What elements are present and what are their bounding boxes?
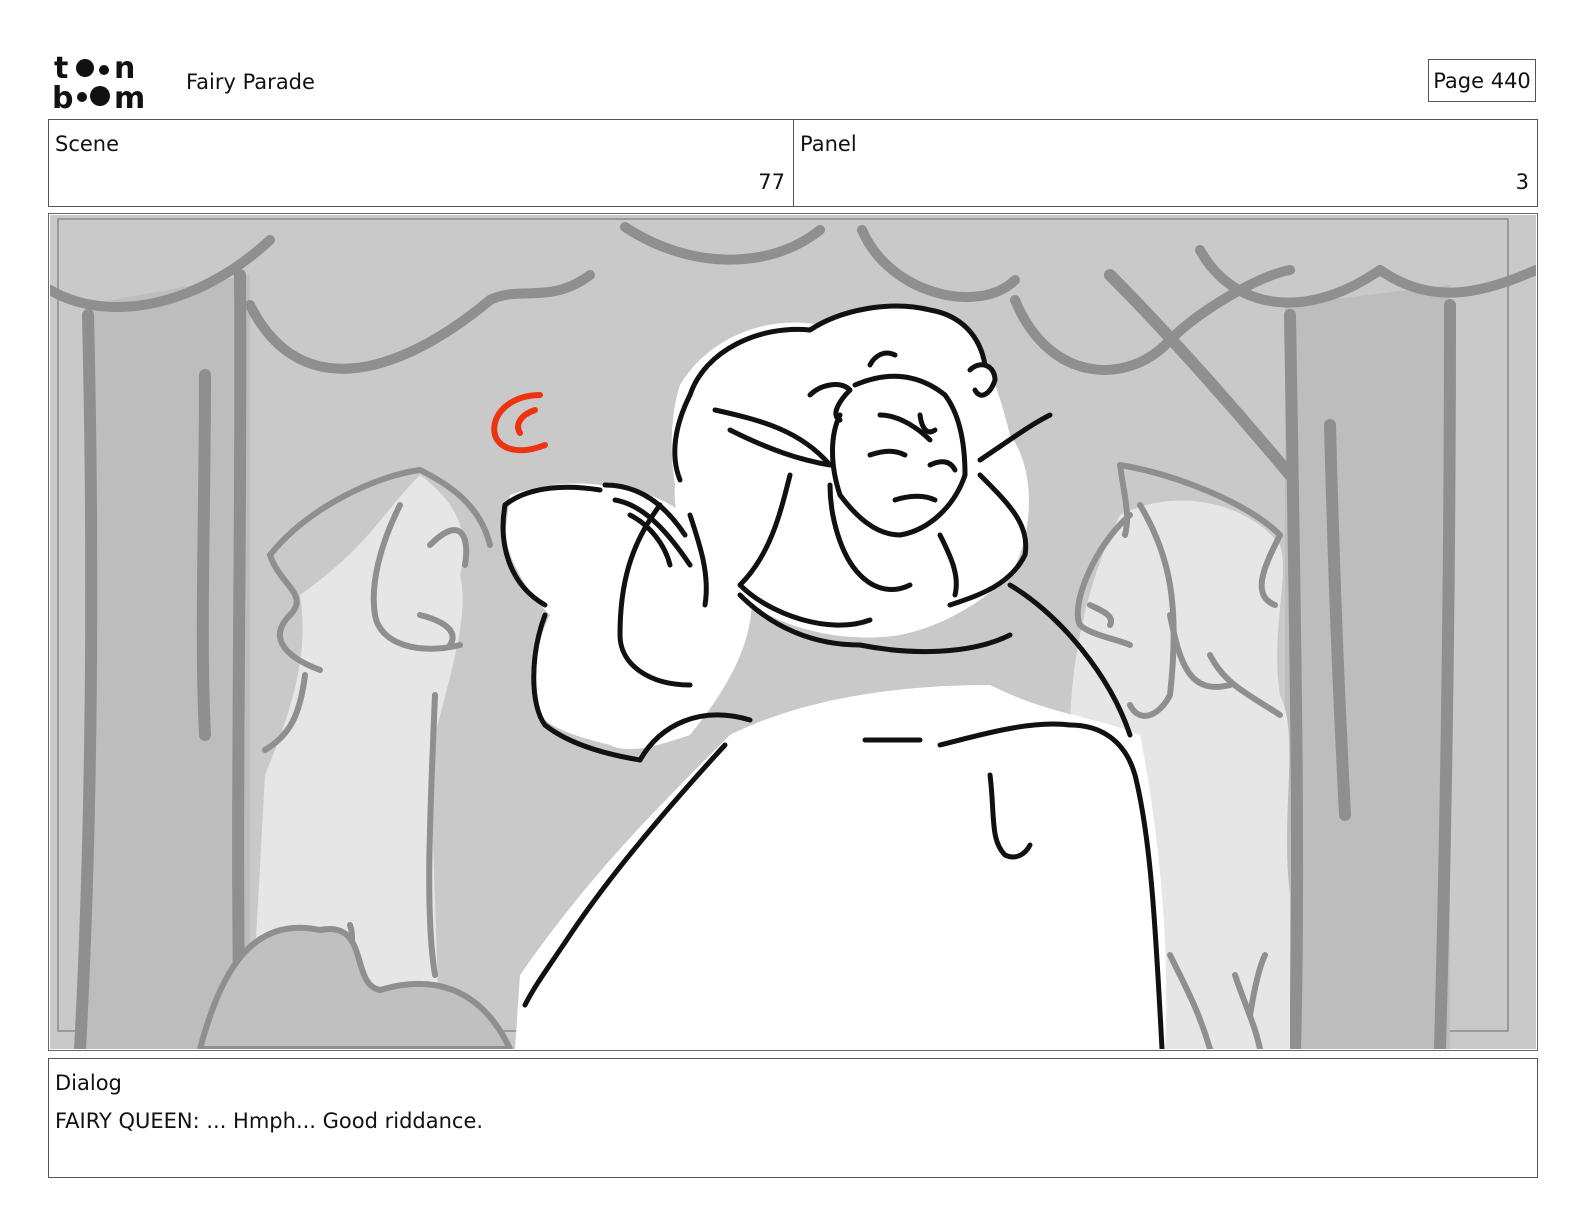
scene-number: 77 — [758, 170, 785, 194]
dialog-label: Dialog — [55, 1071, 122, 1095]
panel-number: 3 — [1515, 170, 1529, 194]
storyboard-drawing — [50, 215, 1536, 1049]
page-number-box: Page 440 — [1428, 59, 1536, 102]
scene-label: Scene — [55, 132, 120, 156]
curtain-right-panel — [1285, 285, 1450, 1049]
svg-text:b: b — [52, 81, 73, 112]
dialog-text: FAIRY QUEEN: ... Hmph... Good riddance. — [55, 1109, 484, 1133]
scene-cell: Scene 77 — [49, 120, 794, 206]
toon-boom-logo: t n b m — [52, 51, 145, 112]
project-title: Fairy Parade — [186, 70, 315, 94]
panel-cell: Panel 3 — [794, 120, 1537, 206]
scene-panel-row: Scene 77 Panel 3 — [48, 119, 1538, 207]
svg-text:m: m — [114, 81, 145, 112]
panel-label: Panel — [800, 132, 857, 156]
page-number: Page 440 — [1433, 68, 1531, 93]
curtain-left-panel — [85, 275, 250, 1049]
dialog-box: Dialog FAIRY QUEEN: ... Hmph... Good rid… — [48, 1058, 1538, 1178]
